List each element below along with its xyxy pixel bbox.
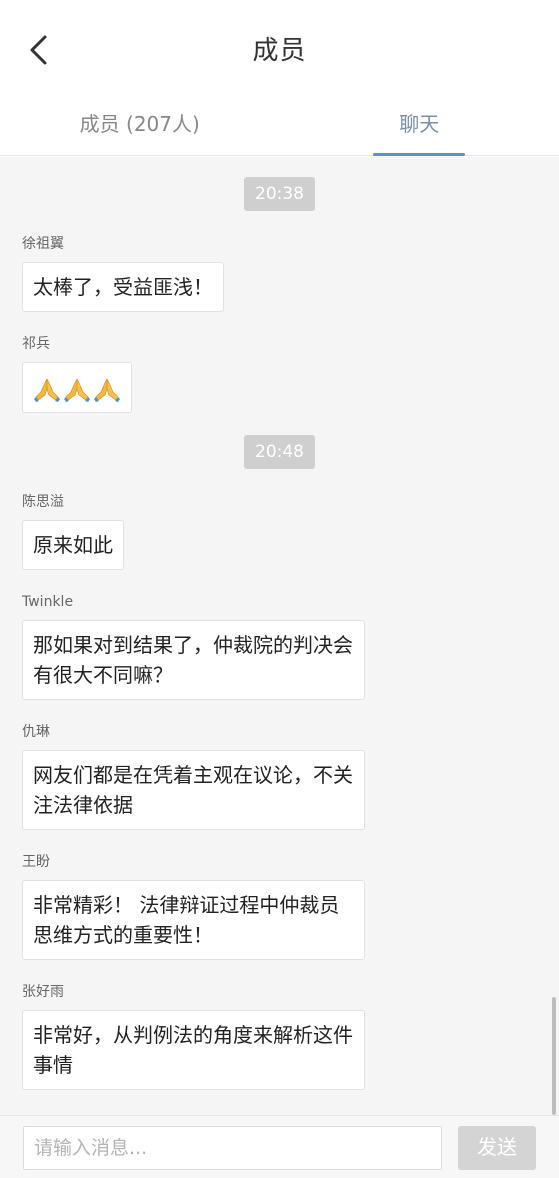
praying-hands-icon xyxy=(34,378,60,402)
message-sender: 仇琳 xyxy=(22,723,50,740)
message-item: 祁兵 xyxy=(22,334,559,413)
header: 成员 xyxy=(0,0,559,100)
message-item: 张好雨 非常好，从判例法的角度来解析这件事情 xyxy=(22,982,559,1090)
tab-members[interactable]: 成员 (207人) xyxy=(0,100,280,155)
message-bubble[interactable]: 网友们都是在凭着主观在议论，不关注法律依据 xyxy=(22,749,365,830)
tab-chat-label: 聊天 xyxy=(399,112,440,136)
message-bubble[interactable]: 太棒了，受益匪浅！ xyxy=(22,262,224,312)
timestamp-row: 20:38 xyxy=(0,177,559,211)
tab-bar: 成员 (207人) 聊天 xyxy=(0,100,559,156)
praying-hands-emoji-group xyxy=(33,375,121,403)
message-item: 仇琳 网友们都是在凭着主观在议论，不关注法律依据 xyxy=(22,722,559,830)
timestamp-badge: 20:38 xyxy=(244,177,315,211)
message-item: 王盼 非常精彩！ 法律辩证过程中仲裁员思维方式的重要性！ xyxy=(22,852,559,960)
message-sender: 王盼 xyxy=(22,853,50,870)
praying-hands-icon xyxy=(94,378,120,402)
tab-members-label: 成员 (207人) xyxy=(79,112,200,136)
message-bubble[interactable]: 那如果对到结果了，仲裁院的判决会有很大不同嘛？ xyxy=(22,619,365,700)
timestamp-badge: 20:48 xyxy=(244,434,315,469)
active-tab-indicator xyxy=(373,153,466,156)
message-bubble[interactable]: 非常精彩！ 法律辩证过程中仲裁员思维方式的重要性！ xyxy=(22,879,365,960)
praying-hands-icon xyxy=(64,378,90,402)
message-bubble[interactable]: 原来如此 xyxy=(22,519,124,570)
message-sender: 张好雨 xyxy=(22,983,64,1000)
scrollbar-thumb[interactable] xyxy=(552,997,556,1115)
chat-list[interactable]: 20:38 徐祖翼 太棒了，受益匪浅！ 祁兵 20:48 陈思溢 原来如此 Tw… xyxy=(0,157,559,1115)
page-title: 成员 xyxy=(252,36,307,66)
message-sender: 祁兵 xyxy=(22,336,50,352)
app: 成员 成员 (207人) 聊天 20:38 徐祖翼 太棒了，受益匪浅！ 祁兵 2… xyxy=(0,0,559,1178)
message-bubble[interactable]: 非常好，从判例法的角度来解析这件事情 xyxy=(22,1009,365,1090)
tab-chat[interactable]: 聊天 xyxy=(280,100,559,156)
message-bubble[interactable] xyxy=(22,362,132,413)
message-item: 陈思溢 原来如此 xyxy=(22,492,559,570)
message-sender: 陈思溢 xyxy=(22,493,64,510)
message-item: 徐祖翼 太棒了，受益匪浅！ xyxy=(22,234,559,312)
message-sender: 徐祖翼 xyxy=(22,236,64,252)
message-input[interactable] xyxy=(23,1126,442,1170)
send-button[interactable]: 发送 xyxy=(458,1126,536,1170)
timestamp-row: 20:48 xyxy=(0,434,559,469)
message-item: Twinkle 那如果对到结果了，仲裁院的判决会有很大不同嘛？ xyxy=(22,592,559,700)
message-sender: Twinkle xyxy=(22,593,74,610)
message-input-bar: 发送 xyxy=(0,1115,559,1178)
